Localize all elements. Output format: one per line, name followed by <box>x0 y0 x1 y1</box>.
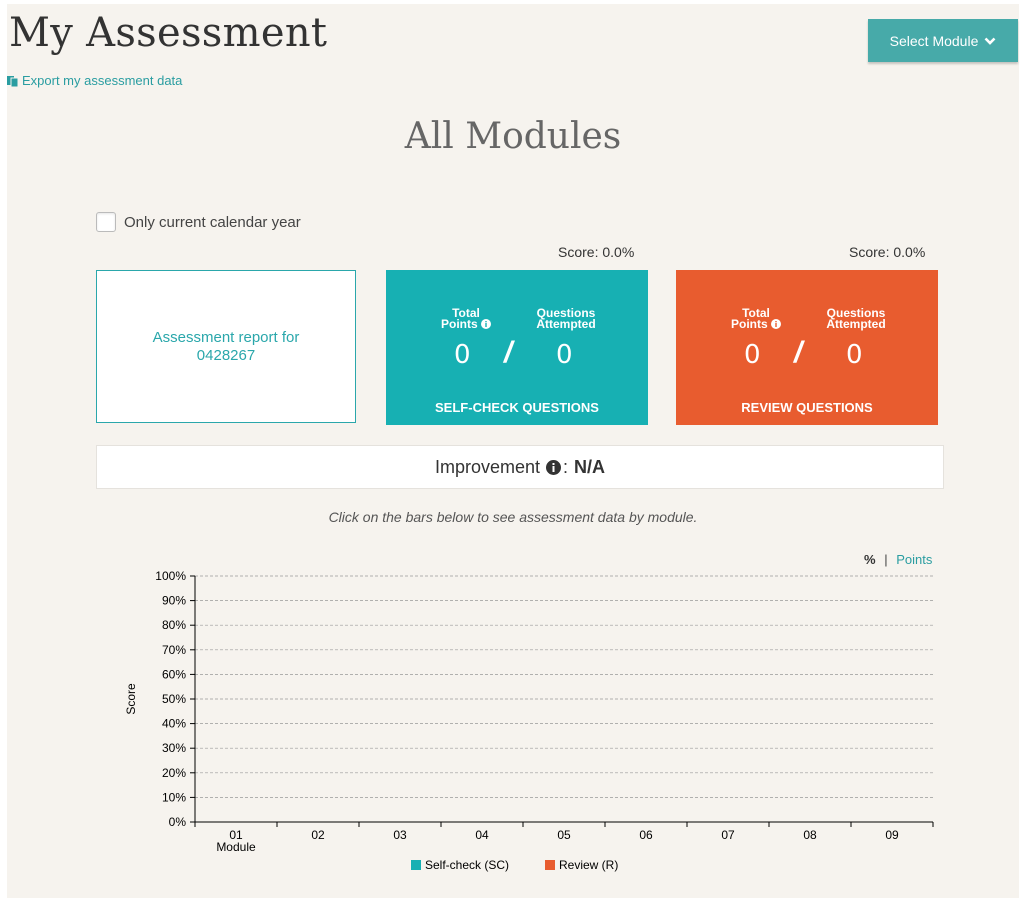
export-link[interactable]: Export my assessment data <box>7 73 182 88</box>
score-chart[interactable]: 0%10%20%30%40%50%60%70%80%90%100%Score01… <box>107 564 947 884</box>
y-tick-label: 20% <box>162 766 186 780</box>
review-card: Total Points Questions Attempted 0 / 0 R… <box>676 270 938 425</box>
separator-slash: / <box>504 336 513 369</box>
y-tick-label: 50% <box>162 692 186 706</box>
questions-attempted-value: 0 <box>556 340 573 370</box>
legend-label: Review (R) <box>559 858 618 872</box>
y-tick-label: 80% <box>162 618 186 632</box>
x-tick-label: 07 <box>721 828 735 842</box>
y-tick-label: 90% <box>162 594 186 608</box>
select-module-button[interactable]: Select Module <box>868 19 1018 62</box>
legend-label: Self-check (SC) <box>425 858 509 872</box>
total-points-header: Total Points <box>436 306 496 331</box>
total-points-value: 0 <box>744 340 761 370</box>
export-label: Export my assessment data <box>22 73 183 88</box>
improvement-value: N/A <box>574 456 606 477</box>
legend-swatch <box>545 860 555 870</box>
y-tick-label: 10% <box>162 790 186 804</box>
assessment-report-box[interactable]: Assessment report for 0428267 <box>96 270 356 423</box>
x-axis-label: Module <box>216 840 256 854</box>
page-title: My Assessment <box>9 10 328 56</box>
current-year-checkbox[interactable]: Only current calendar year <box>96 212 301 232</box>
y-tick-label: 60% <box>162 667 186 681</box>
legend-swatch <box>411 860 421 870</box>
self-check-card: Total Points Questions Attempted 0 / 0 S… <box>386 270 648 425</box>
x-tick-label: 09 <box>885 828 899 842</box>
self-check-score: Score: 0.0% <box>558 244 635 260</box>
module-heading: All Modules <box>404 116 622 157</box>
review-score: Score: 0.0% <box>849 244 926 260</box>
x-tick-label: 04 <box>475 828 489 842</box>
assessment-report-text: Assessment report for 0428267 <box>152 328 300 364</box>
chevron-down-icon <box>984 37 996 45</box>
improvement-bar: Improvement : N/A <box>96 445 944 489</box>
y-tick-label: 40% <box>162 717 186 731</box>
review-caption: REVIEW QUESTIONS <box>741 400 873 415</box>
x-tick-label: 02 <box>311 828 325 842</box>
total-points-header: Total Points <box>726 306 786 331</box>
select-module-label: Select Module <box>889 32 979 49</box>
y-tick-label: 30% <box>162 741 186 755</box>
chart-hint: Click on the bars below to see assessmen… <box>328 509 698 525</box>
x-tick-label: 05 <box>557 828 571 842</box>
info-icon[interactable] <box>771 319 781 329</box>
y-tick-label: 100% <box>155 569 186 583</box>
y-axis-label: Score <box>124 683 138 715</box>
total-points-label: Total Points <box>440 306 480 331</box>
x-tick-label: 03 <box>393 828 407 842</box>
questions-attempted-label: Questions Attempted <box>826 306 886 331</box>
improvement-label: Improvement <box>434 456 541 477</box>
y-tick-label: 0% <box>169 815 187 829</box>
export-icon <box>7 75 19 87</box>
checkbox-icon[interactable] <box>96 212 116 232</box>
info-icon[interactable] <box>481 319 491 329</box>
x-tick-label: 06 <box>639 828 653 842</box>
total-points-value: 0 <box>454 340 471 370</box>
questions-attempted-label: Questions Attempted <box>536 306 596 331</box>
x-tick-label: 08 <box>803 828 817 842</box>
total-points-label: Total Points <box>730 306 770 331</box>
info-icon[interactable] <box>546 459 562 475</box>
current-year-label: Only current calendar year <box>124 213 301 231</box>
assessment-page: My Assessment Export my assessment data … <box>7 4 1019 898</box>
questions-attempted-value: 0 <box>846 340 863 370</box>
separator-slash: / <box>794 336 803 369</box>
y-tick-label: 70% <box>162 643 186 657</box>
self-check-caption: SELF-CHECK QUESTIONS <box>435 400 599 415</box>
